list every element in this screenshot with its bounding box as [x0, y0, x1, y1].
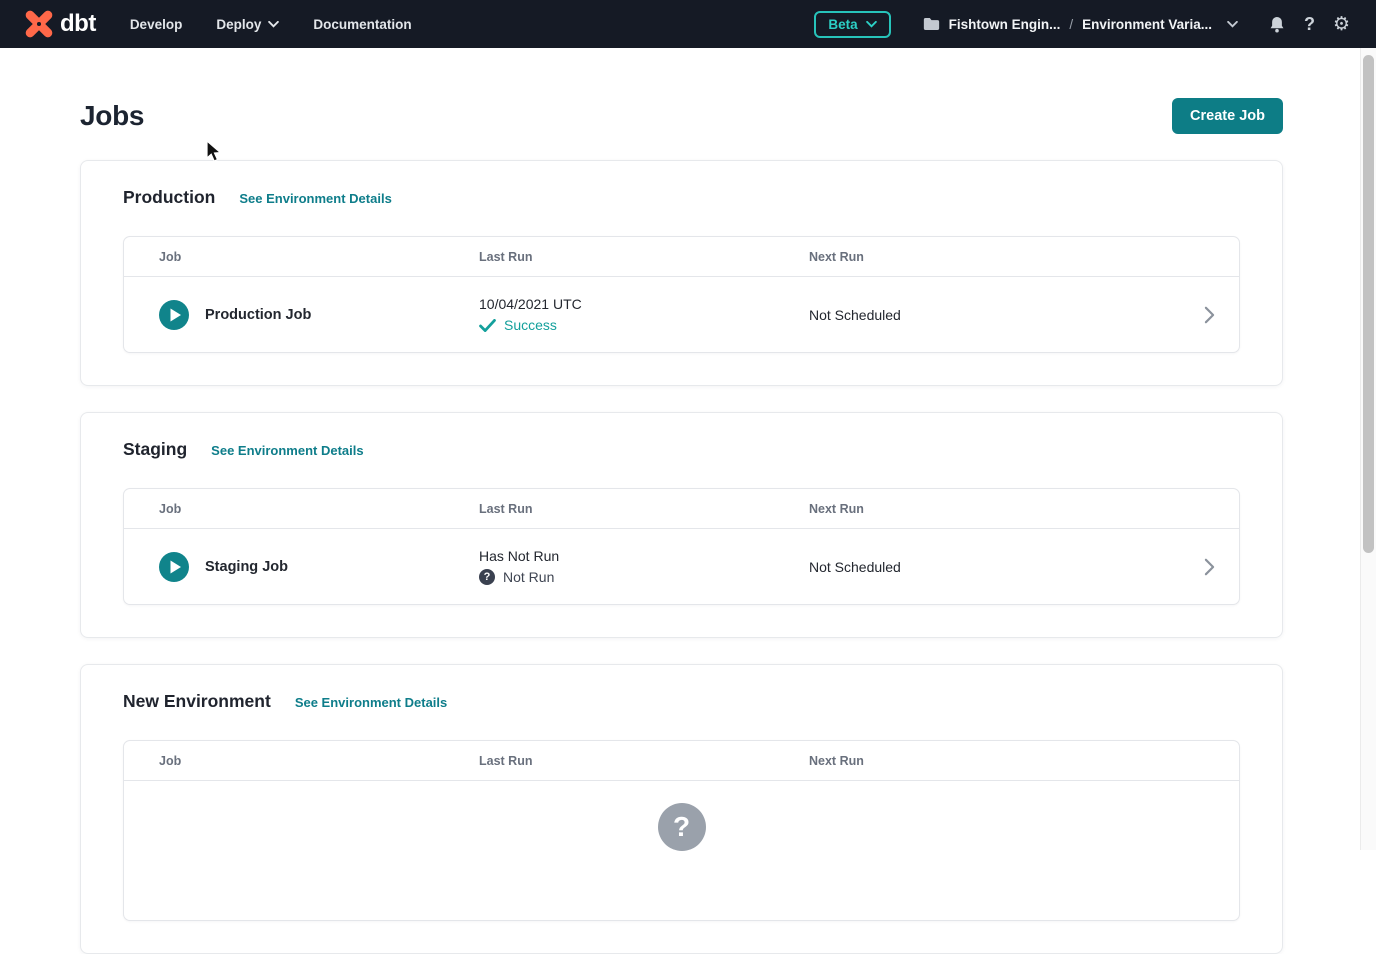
top-navigation-bar: dbt Develop Deploy Documentation Beta Fi…	[0, 0, 1376, 48]
empty-jobs-state: ?	[124, 780, 1239, 920]
see-environment-details-link[interactable]: See Environment Details	[295, 695, 447, 710]
dbt-logo[interactable]: dbt	[22, 7, 96, 41]
job-row-production[interactable]: Production Job 10/04/2021 UTC Success No…	[124, 276, 1239, 352]
next-run-value: Not Scheduled	[809, 307, 1179, 323]
environment-name: Staging	[123, 439, 187, 460]
settings-gear-icon[interactable]: ⚙	[1333, 15, 1350, 34]
last-run-status: Success	[504, 317, 557, 333]
column-header-next-run: Next Run	[809, 502, 1179, 516]
create-job-button[interactable]: Create Job	[1172, 98, 1283, 134]
beta-dropdown[interactable]: Beta	[814, 11, 890, 38]
main-content: Jobs Create Job Production See Environme…	[0, 48, 1360, 850]
nav-documentation-label: Documentation	[313, 17, 411, 32]
page-header: Jobs Create Job	[80, 48, 1283, 134]
last-run-state: Has Not Run	[479, 548, 809, 564]
chevron-down-icon	[866, 21, 877, 28]
last-run-date: 10/04/2021 UTC	[479, 296, 809, 312]
environment-card-production: Production See Environment Details Job L…	[80, 160, 1283, 386]
run-job-play-button[interactable]	[159, 300, 189, 330]
dbt-logo-text: dbt	[60, 10, 96, 38]
nav-item-develop[interactable]: Develop	[130, 17, 183, 32]
see-environment-details-link[interactable]: See Environment Details	[211, 443, 363, 458]
job-row-staging[interactable]: Staging Job Has Not Run ? Not Run Not Sc…	[124, 528, 1239, 604]
chevron-right-icon[interactable]	[1204, 306, 1215, 324]
jobs-table: Job Last Run Next Run Staging Job Has	[123, 488, 1240, 605]
next-run-value: Not Scheduled	[809, 559, 1179, 575]
notifications-bell-icon[interactable]	[1268, 15, 1286, 34]
column-header-job: Job	[159, 250, 479, 264]
nav-item-documentation[interactable]: Documentation	[313, 17, 411, 32]
nav-item-deploy[interactable]: Deploy	[216, 17, 279, 32]
primary-nav: Develop Deploy Documentation	[130, 17, 412, 32]
last-run-status: Not Run	[503, 569, 554, 585]
vertical-scrollbar[interactable]	[1360, 48, 1376, 850]
chevron-down-icon[interactable]	[1227, 21, 1238, 28]
jobs-table: Job Last Run Next Run Production Job 1	[123, 236, 1240, 353]
page-title: Jobs	[80, 100, 144, 132]
job-name[interactable]: Staging Job	[205, 559, 288, 575]
topbar-right-cluster: Beta Fishtown Engin... / Environment Var…	[814, 11, 1350, 38]
jobs-table: Job Last Run Next Run ?	[123, 740, 1240, 921]
topbar-icon-group: ? ⚙	[1268, 14, 1350, 35]
column-header-next-run: Next Run	[809, 250, 1179, 264]
environment-card-new-environment: New Environment See Environment Details …	[80, 664, 1283, 954]
breadcrumb-section[interactable]: Environment Varia...	[1082, 17, 1212, 32]
success-check-icon	[479, 319, 496, 332]
dbt-logo-icon	[22, 7, 56, 41]
environment-card-staging: Staging See Environment Details Job Last…	[80, 412, 1283, 638]
column-header-last-run: Last Run	[479, 502, 809, 516]
breadcrumb: Fishtown Engin... / Environment Varia...	[923, 17, 1238, 32]
chevron-right-icon[interactable]	[1204, 558, 1215, 576]
folder-icon	[923, 17, 940, 31]
nav-develop-label: Develop	[130, 17, 183, 32]
column-header-last-run: Last Run	[479, 250, 809, 264]
chevron-down-icon	[268, 21, 279, 28]
environment-name: Production	[123, 187, 215, 208]
beta-label: Beta	[828, 17, 857, 32]
column-header-last-run: Last Run	[479, 754, 809, 768]
column-header-next-run: Next Run	[809, 754, 1179, 768]
see-environment-details-link[interactable]: See Environment Details	[239, 191, 391, 206]
help-icon[interactable]: ?	[1304, 14, 1315, 35]
column-header-job: Job	[159, 754, 479, 768]
scrollbar-thumb[interactable]	[1363, 55, 1374, 553]
job-name[interactable]: Production Job	[205, 307, 311, 323]
environment-name: New Environment	[123, 691, 271, 712]
run-job-play-button[interactable]	[159, 552, 189, 582]
not-run-question-icon: ?	[479, 569, 495, 585]
jobs-table-header: Job Last Run Next Run	[124, 237, 1239, 276]
column-header-job: Job	[159, 502, 479, 516]
breadcrumb-project[interactable]: Fishtown Engin...	[949, 17, 1061, 32]
breadcrumb-separator: /	[1069, 17, 1073, 32]
empty-state-question-icon: ?	[658, 803, 706, 851]
jobs-table-header: Job Last Run Next Run	[124, 741, 1239, 780]
jobs-table-header: Job Last Run Next Run	[124, 489, 1239, 528]
nav-deploy-label: Deploy	[216, 17, 261, 32]
